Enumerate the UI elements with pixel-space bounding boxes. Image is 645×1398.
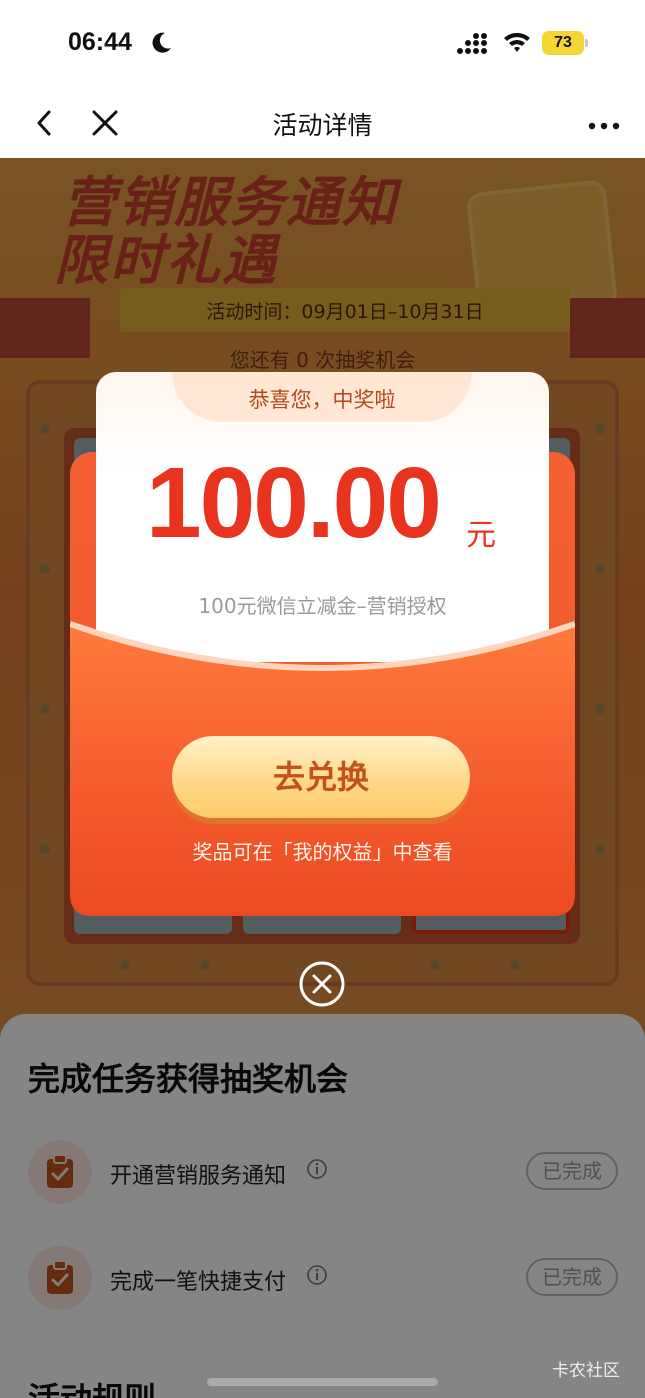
redeem-hint: 奖品可在「我的权益」中查看 [192, 840, 453, 864]
more-icon[interactable] [588, 122, 620, 130]
battery-icon: 73 [542, 31, 588, 55]
wifi-icon [504, 32, 530, 52]
close-circle-icon[interactable] [298, 960, 346, 1008]
prize-amount: 100.00 [146, 447, 442, 559]
prize-modal: 恭喜您，中奖啦 100.00 元 100元微信立减金–营销授权 去兑换 奖品可在… [70, 372, 575, 916]
status-time: 06:44 [68, 28, 132, 56]
home-indicator[interactable] [207, 1378, 438, 1386]
card-tab: 恭喜您，中奖啦 [172, 372, 472, 422]
redeem-button[interactable]: 去兑换 [172, 736, 470, 818]
nav-bar: 活动详情 [0, 88, 645, 158]
status-bar: 06:44 73 [0, 0, 645, 88]
prize-unit: 元 [466, 518, 496, 553]
page-title: 活动详情 [272, 111, 373, 140]
prize-header: 恭喜您，中奖啦 [248, 388, 396, 412]
watermark: 卡农社区 [552, 1361, 620, 1381]
moon-icon [152, 32, 171, 53]
battery-level: 73 [554, 34, 572, 51]
signal-icon [457, 33, 487, 54]
